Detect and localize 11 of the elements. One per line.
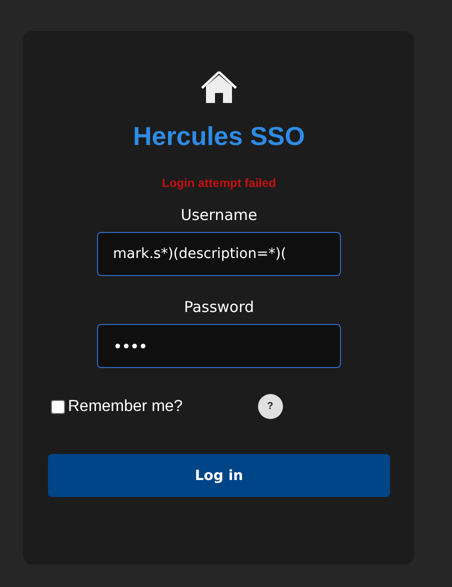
field-label: Password [184, 298, 254, 316]
error-message: Login attempt failed [162, 176, 276, 190]
username-field[interactable]: mark.s*)(description=*)( [97, 232, 341, 276]
password-field[interactable]: •••• [97, 324, 341, 368]
remember-label: Remember me? [68, 398, 183, 416]
remember-checkbox[interactable] [51, 400, 65, 414]
login-button[interactable]: Log in [48, 454, 390, 497]
app-title: Hercules SSO [133, 121, 305, 151]
home-icon [200, 69, 238, 105]
field-label: Username [180, 206, 258, 224]
help-button[interactable]: ? [258, 394, 283, 419]
